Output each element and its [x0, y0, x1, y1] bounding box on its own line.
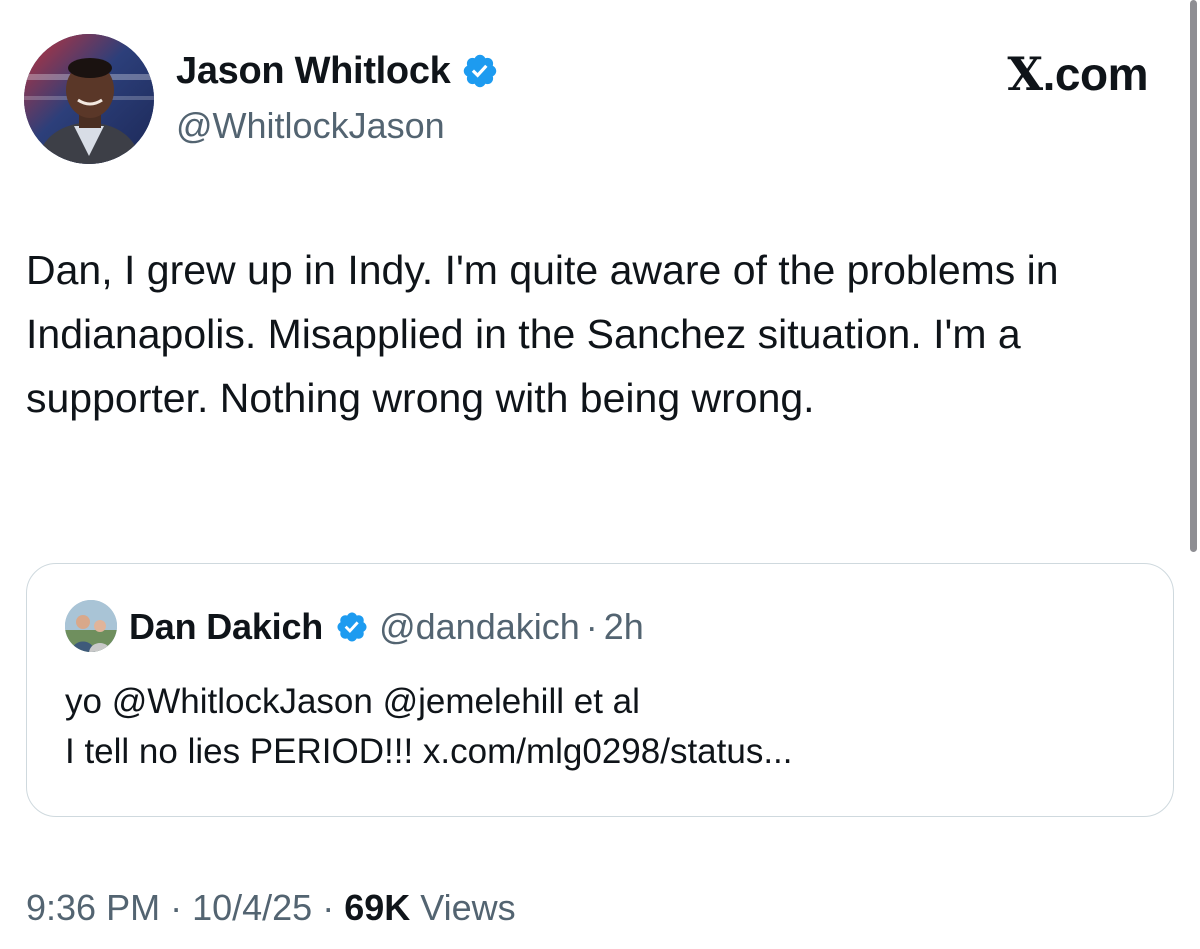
quoted-author-handle[interactable]: @dandakich — [379, 604, 580, 650]
tweet-meta: 9:36 PM · 10/4/25 · 69K Views — [26, 884, 516, 932]
tweet-text: Dan, I grew up in Indy. I'm quite aware … — [26, 247, 1059, 421]
quoted-text-line-1: yo @WhitlockJason @jemelehill et al — [65, 682, 640, 721]
verified-badge-icon — [463, 54, 496, 88]
quoted-tweet-header: Dan Dakich @dandakich · 2h — [129, 604, 644, 650]
author-handle[interactable]: @WhitlockJason — [176, 104, 445, 148]
author-name-row[interactable]: Jason Whitlock — [176, 48, 499, 94]
author-avatar[interactable] — [24, 34, 154, 164]
scrollbar[interactable] — [1190, 0, 1197, 552]
quoted-text-line-2: I tell no lies PERIOD!!! x.com/mlg0298/s… — [65, 732, 793, 771]
tweet-screenshot: Jason Whitlock @WhitlockJason X.com Dan,… — [0, 0, 1200, 949]
author-display-name[interactable]: Jason Whitlock — [176, 48, 451, 94]
quoted-separator: · — [585, 606, 598, 647]
views-label: Views — [410, 887, 516, 928]
x-com-logo: X.com — [1007, 46, 1148, 102]
quoted-tweet-text: yo @WhitlockJason @jemelehill et al I te… — [65, 677, 1145, 777]
quoted-author-avatar[interactable] — [65, 600, 117, 652]
tweet-date[interactable]: 10/4/25 — [192, 887, 312, 928]
author-avatar-image — [24, 34, 154, 164]
quoted-author-name[interactable]: Dan Dakich — [129, 604, 323, 650]
brand-suffix: .com — [1042, 48, 1149, 100]
tweet-time[interactable]: 9:36 PM — [26, 887, 160, 928]
meta-separator: · — [312, 887, 345, 928]
x-logo-icon: X — [1007, 47, 1043, 101]
quoted-author-avatar-image — [65, 600, 117, 652]
quoted-timestamp[interactable]: 2h — [604, 604, 644, 650]
meta-separator: · — [160, 887, 193, 928]
verified-badge-icon — [337, 612, 367, 642]
quoted-tweet-card[interactable]: Dan Dakich @dandakich · 2h yo @WhitlockJ… — [26, 563, 1174, 817]
views-count: 69K — [344, 887, 411, 928]
